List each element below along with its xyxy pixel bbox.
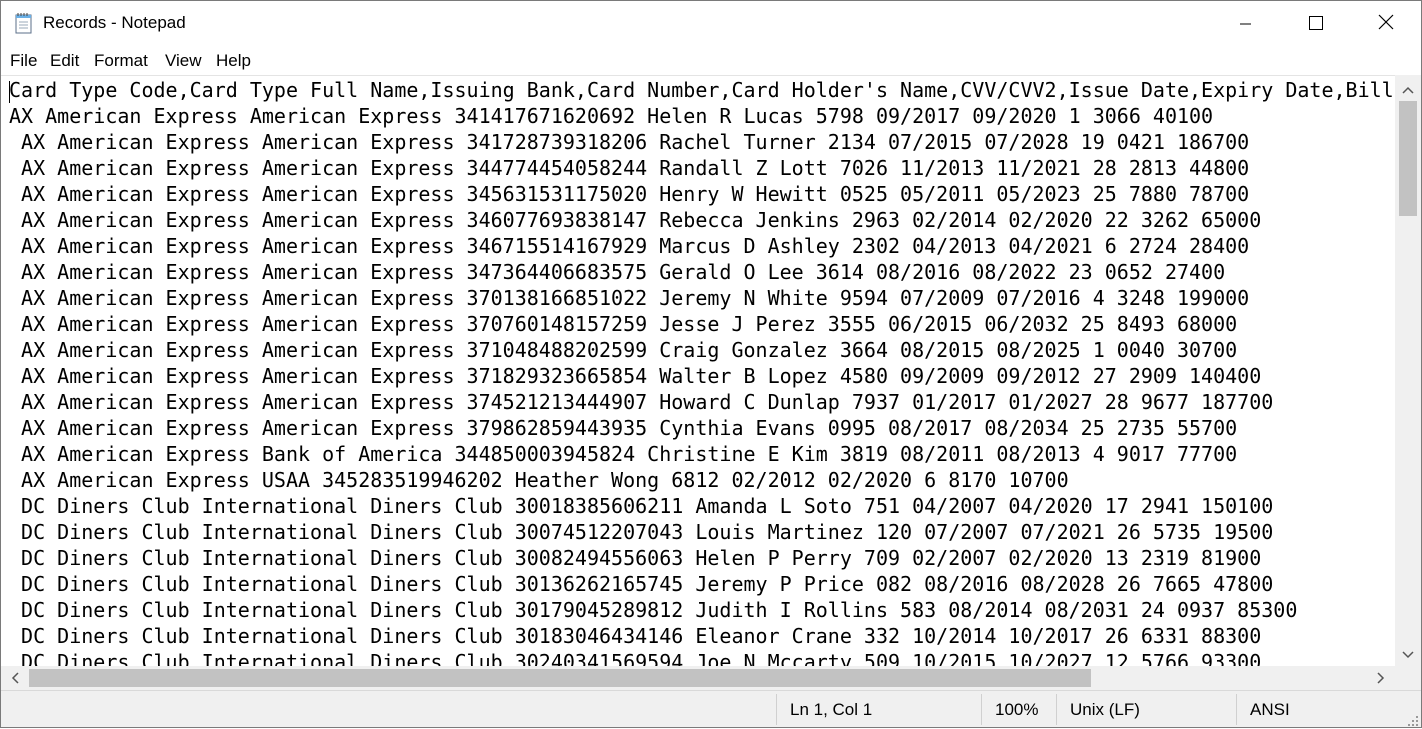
status-divider — [1056, 694, 1057, 725]
status-divider — [1236, 694, 1237, 725]
menu-help[interactable]: Help — [216, 51, 251, 71]
zoom-level: 100% — [995, 700, 1039, 719]
scroll-left-button[interactable] — [1, 666, 29, 690]
encoding: ANSI — [1250, 700, 1290, 719]
horizontal-scroll-thumb[interactable] — [29, 669, 1091, 687]
text-line: AX American Express American Express 346… — [9, 234, 1250, 258]
menu-edit[interactable]: Edit — [50, 51, 79, 71]
scrollbar-corner — [1395, 666, 1421, 690]
maximize-icon — [1309, 15, 1323, 34]
text-line: AX American Express American Express 341… — [9, 104, 1214, 128]
text-line: DC Diners Club International Diners Club… — [9, 494, 1274, 518]
text-line: AX American Express American Express 346… — [9, 208, 1262, 232]
maximize-button[interactable] — [1281, 1, 1351, 47]
vertical-scrollbar[interactable] — [1395, 75, 1421, 666]
chevron-left-icon — [11, 669, 19, 688]
text-line: DC Diners Club International Diners Club… — [9, 546, 1262, 570]
text-line: AX American Express American Express 345… — [9, 182, 1250, 206]
text-line: AX American Express American Express 370… — [9, 312, 1238, 336]
title-bar[interactable]: Records - Notepad — [1, 1, 1421, 47]
scroll-down-button[interactable] — [1395, 640, 1421, 666]
chevron-up-icon — [1402, 79, 1414, 98]
cursor-position: Ln 1, Col 1 — [790, 700, 873, 719]
resize-grip-icon[interactable] — [1407, 712, 1419, 727]
minimize-icon — [1240, 15, 1252, 34]
text-line: AX American Express American Express 341… — [9, 130, 1250, 154]
close-button[interactable] — [1351, 1, 1421, 47]
text-caret — [9, 81, 10, 103]
notepad-window: Records - Notepad File Edit Format View — [0, 0, 1422, 728]
status-divider — [981, 694, 982, 725]
notepad-icon — [14, 12, 34, 34]
text-line: AX American Express American Express 371… — [9, 364, 1262, 388]
text-line: DC Diners Club International Diners Club… — [9, 598, 1298, 622]
close-icon — [1378, 14, 1394, 34]
menu-format[interactable]: Format — [94, 51, 148, 71]
text-line: DC Diners Club International Diners Club… — [9, 624, 1262, 648]
chevron-right-icon — [1377, 669, 1385, 688]
text-line: Card Type Code,Card Type Full Name,Issui… — [9, 78, 1394, 102]
text-line: AX American Express American Express 374… — [9, 390, 1274, 414]
menu-view[interactable]: View — [165, 51, 202, 71]
status-divider — [776, 694, 777, 725]
scroll-right-button[interactable] — [1367, 666, 1395, 690]
line-ending: Unix (LF) — [1070, 700, 1140, 719]
text-editor[interactable]: Card Type Code,Card Type Full Name,Issui… — [1, 75, 1395, 667]
window-title: Records - Notepad — [43, 13, 186, 32]
text-line: DC Diners Club International Diners Club… — [9, 650, 1262, 667]
chevron-down-icon — [1402, 644, 1414, 663]
menu-bar: File Edit Format View Help — [1, 47, 1421, 75]
status-bar: Ln 1, Col 1 100% Unix (LF) ANSI — [1, 690, 1421, 727]
horizontal-scrollbar[interactable] — [1, 666, 1395, 690]
text-line: AX American Express American Express 370… — [9, 286, 1250, 310]
minimize-button[interactable] — [1211, 1, 1281, 47]
text-line: AX American Express Bank of America 3448… — [9, 442, 1238, 466]
text-line: AX American Express American Express 371… — [9, 338, 1238, 362]
text-line: AX American Express American Express 347… — [9, 260, 1226, 284]
text-line: AX American Express USAA 345283519946202… — [9, 468, 1069, 492]
text-line: AX American Express American Express 379… — [9, 416, 1238, 440]
vertical-scroll-thumb[interactable] — [1399, 101, 1417, 216]
menu-file[interactable]: File — [10, 51, 37, 71]
scroll-up-button[interactable] — [1395, 75, 1421, 101]
text-line: DC Diners Club International Diners Club… — [9, 572, 1274, 596]
text-line: DC Diners Club International Diners Club… — [9, 520, 1274, 544]
text-line: AX American Express American Express 344… — [9, 156, 1250, 180]
